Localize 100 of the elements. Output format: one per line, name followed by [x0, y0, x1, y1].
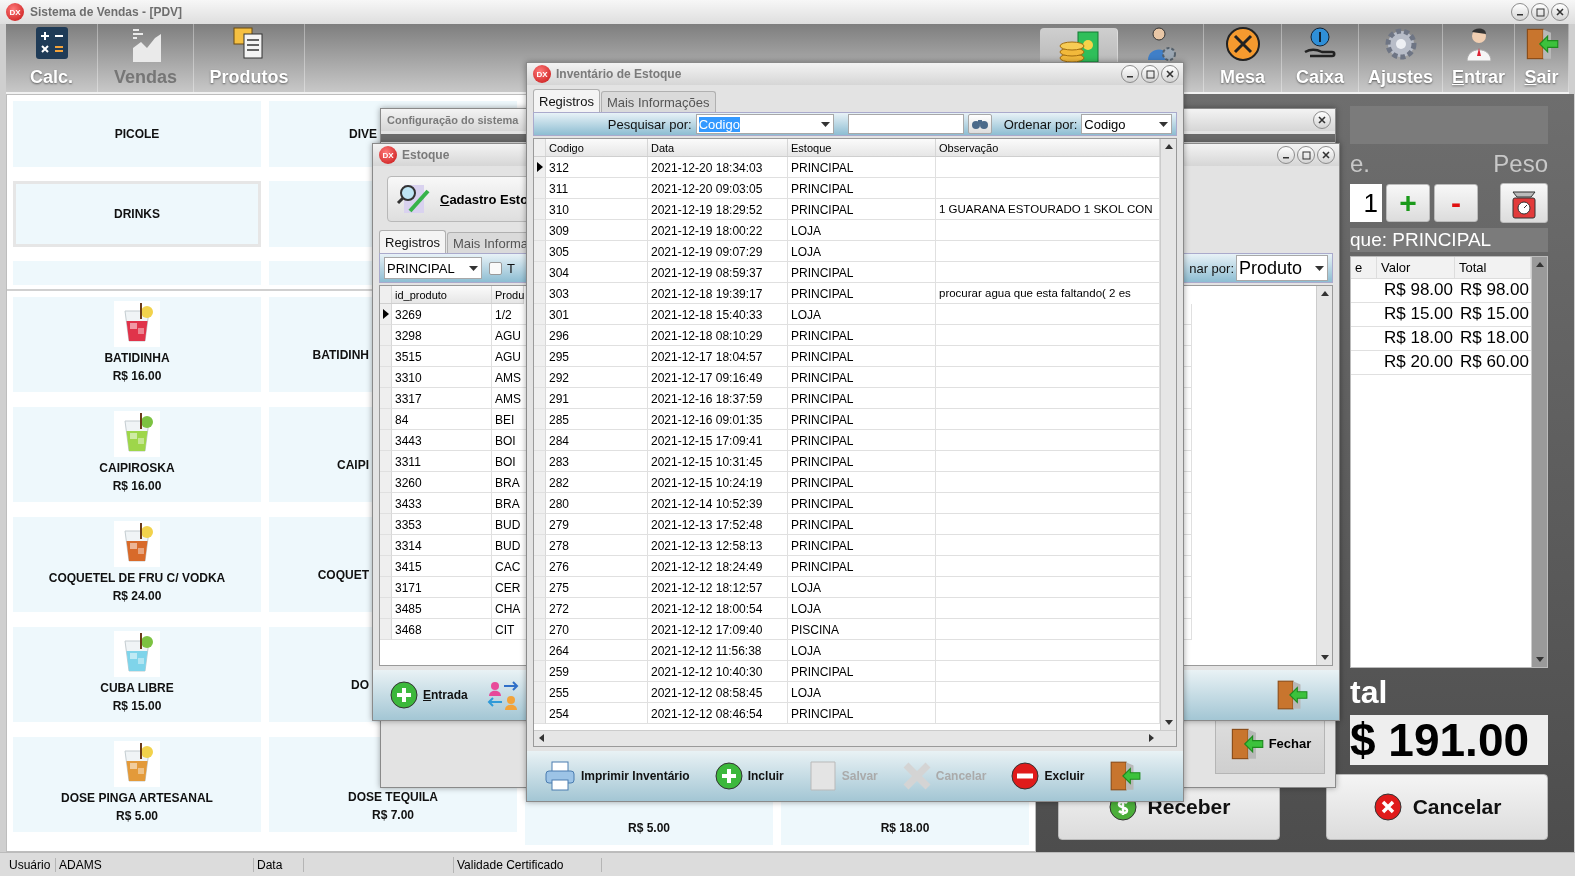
table-cell: LOJA	[788, 220, 936, 241]
table-cell: 270	[546, 619, 648, 640]
column-header: Valor	[1377, 257, 1455, 278]
table-cell: 3269	[392, 304, 492, 325]
table-cell-text: R$ 15.00	[1459, 303, 1530, 325]
product-name: CAIPI	[337, 458, 369, 472]
product-name: CUBA LIBRE	[100, 681, 174, 695]
table-cell: 295	[546, 346, 648, 367]
table-cell: 2021-12-18 19:39:17	[648, 283, 788, 304]
table-cell: PRINCIPAL	[788, 409, 936, 430]
table-cell: 2021-12-12 11:56:38	[648, 640, 788, 661]
table-cell: LOJA	[788, 640, 936, 661]
table-cell: 2021-12-19 18:00:22	[648, 220, 788, 241]
table-cell: 2021-12-18 08:10:29	[648, 325, 788, 346]
table-cell: 2021-12-14 10:52:39	[648, 493, 788, 514]
table-cell: 3317	[392, 388, 492, 409]
table-cell: PRINCIPAL	[788, 178, 936, 199]
table-cell: LOJA	[788, 598, 936, 619]
status-text: Usuário	[6, 857, 56, 872]
table-cell: 285	[546, 409, 648, 430]
product-price: R$ 16.00	[112, 479, 162, 493]
table-cell: 254	[546, 703, 648, 724]
status-text: ADAMS	[56, 857, 254, 872]
window-title: Inventário de Estoque	[556, 67, 682, 81]
table-cell: 3433	[392, 493, 492, 514]
table-cell: 278	[546, 535, 648, 556]
table-cell: 283	[546, 451, 648, 472]
table-cell: 2021-12-12 18:12:57	[648, 577, 788, 598]
table-cell: 2021-12-16 18:37:59	[648, 388, 788, 409]
table-cell: 280	[546, 493, 648, 514]
table-cell: PRINCIPAL	[788, 493, 936, 514]
table-cell: 291	[546, 388, 648, 409]
table-cell: 312	[546, 157, 648, 178]
table-cell-text: R$ 20.00	[1383, 351, 1454, 373]
table-cell: 84	[392, 409, 492, 430]
table-cell: PRINCIPAL	[788, 157, 936, 178]
table-cell: PRINCIPAL	[788, 199, 936, 220]
search-label: Pesquisar por:	[607, 116, 692, 132]
table-cell: PRINCIPAL	[788, 367, 936, 388]
table-cell: 259	[546, 661, 648, 682]
product-price: R$ 5.00	[116, 809, 158, 823]
table-cell: 310	[546, 199, 648, 220]
table-cell: 3485	[392, 598, 492, 619]
table-cell: 2021-12-18 15:40:33	[648, 304, 788, 325]
column-header: id_produto	[392, 286, 492, 303]
product-price: R$ 7.00	[372, 808, 414, 822]
table-cell: 3310	[392, 367, 492, 388]
table-cell: 2021-12-15 10:31:45	[648, 451, 788, 472]
product-price: R$ 5.00	[628, 821, 670, 835]
table-cell: 279	[546, 514, 648, 535]
product-name: BATIDINHA	[104, 351, 170, 365]
table-cell: PISCINA	[788, 619, 936, 640]
product-price: R$ 18.00	[880, 821, 930, 835]
product-name: CAIPIROSKA	[99, 461, 175, 475]
table-cell: PRINCIPAL	[788, 535, 936, 556]
table-cell: 282	[546, 472, 648, 493]
table-cell: procurar agua que esta faltando( 2 es	[936, 283, 1160, 304]
table-cell: 2021-12-12 10:40:30	[648, 661, 788, 682]
table-cell: PRINCIPAL	[788, 661, 936, 682]
table-cell: 3353	[392, 514, 492, 535]
table-cell: 2021-12-12 18:24:49	[648, 556, 788, 577]
table-cell: 3298	[392, 325, 492, 346]
table-cell: 2021-12-15 17:09:41	[648, 430, 788, 451]
table-cell: 3443	[392, 430, 492, 451]
table-cell: PRINCIPAL	[788, 388, 936, 409]
table-cell: LOJA	[788, 682, 936, 703]
table-cell: 1 GUARANA ESTOURADO 1 SKOL CON	[936, 199, 1160, 220]
table-cell: 2021-12-17 09:16:49	[648, 367, 788, 388]
product-name: COQUETEL DE FRU C/ VODKA	[48, 571, 226, 585]
window-title: Estoque	[402, 148, 450, 162]
table-cell: 2021-12-19 18:29:52	[648, 199, 788, 220]
table-cell: 284	[546, 430, 648, 451]
checkbox-label: T	[507, 260, 515, 276]
table-cell: 2021-12-15 10:24:19	[648, 472, 788, 493]
table-cell: 3171	[392, 577, 492, 598]
table-cell: 311	[546, 178, 648, 199]
column-header: Estoque	[788, 139, 936, 156]
table-cell: 309	[546, 220, 648, 241]
table-cell-text: R$ 15.00	[1383, 303, 1454, 325]
table-cell: PRINCIPAL	[788, 325, 936, 346]
total-label: tal	[1350, 674, 1389, 711]
table-cell: 3311	[392, 451, 492, 472]
product-name: DO	[351, 678, 369, 692]
table-cell: PRINCIPAL	[788, 283, 936, 304]
table-cell: 2021-12-12 08:58:45	[648, 682, 788, 703]
table-cell: LOJA	[788, 241, 936, 262]
product-name: COQUET	[317, 568, 369, 582]
table-cell: 2021-12-13 17:52:48	[648, 514, 788, 535]
table-cell: 3515	[392, 346, 492, 367]
table-cell: 275	[546, 577, 648, 598]
product-price: R$ 15.00	[112, 699, 162, 713]
app-logo: DX	[6, 3, 24, 21]
column-header: Produ	[492, 286, 524, 303]
table-cell: 255	[546, 682, 648, 703]
product-name: DOSE PINGA ARTESANAL	[61, 791, 213, 805]
table-cell: 272	[546, 598, 648, 619]
table-cell: PRINCIPAL	[788, 703, 936, 724]
column-header: Data	[648, 139, 788, 156]
table-cell-text: R$ 60.00	[1459, 351, 1530, 373]
table-cell: PRINCIPAL	[788, 346, 936, 367]
